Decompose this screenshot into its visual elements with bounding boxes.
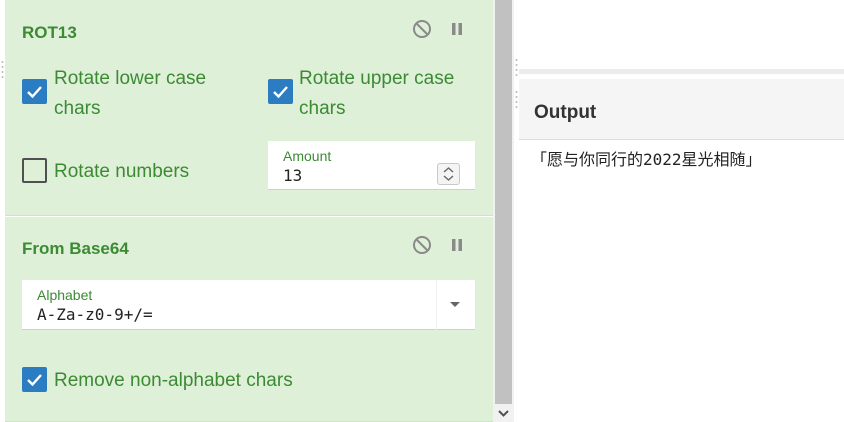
chevron-down-icon[interactable]: [449, 301, 461, 309]
resize-grip-icon[interactable]: [515, 58, 518, 80]
amount-stepper[interactable]: [437, 163, 460, 185]
cyberchef-window: ROT13 Rotate lower case chars Rotate upp…: [0, 0, 844, 422]
operation-title-from-base64: From Base64: [22, 239, 129, 258]
checkbox-checked-icon[interactable]: [22, 367, 47, 392]
checkbox-checked-icon[interactable]: [268, 79, 293, 104]
alphabet-value[interactable]: A-Za-z0-9+/=: [37, 305, 153, 324]
checkbox-checked-icon[interactable]: [22, 79, 47, 104]
rotate-lower-label-cont: chars: [54, 98, 101, 119]
operation-title-rot13: ROT13: [22, 23, 77, 42]
output-text[interactable]: 「愿与你同行的2022星光相随」: [531, 146, 762, 170]
resize-grip-icon[interactable]: [1, 60, 4, 80]
pause-icon[interactable]: [446, 18, 468, 40]
alphabet-label: Alphabet: [37, 287, 93, 303]
amount-label: Amount: [283, 148, 332, 164]
remove-non-alphabet-label: Remove non-alphabet chars: [54, 370, 293, 391]
rotate-numbers-label: Rotate numbers: [54, 161, 190, 182]
checkbox-unchecked-icon[interactable]: [22, 158, 47, 183]
disable-icon[interactable]: [411, 18, 433, 40]
rotate-upper-label: Rotate upper case: [299, 68, 455, 89]
amount-field[interactable]: Amount 13: [268, 141, 475, 190]
alphabet-dropdown[interactable]: Alphabet A-Za-z0-9+/=: [22, 280, 475, 330]
recipe-pane: ROT13 Rotate lower case chars Rotate upp…: [0, 0, 493, 422]
rotate-upper-label-cont: chars: [299, 98, 346, 119]
output-title: Output: [534, 102, 597, 123]
scroll-down-icon[interactable]: [497, 408, 510, 418]
resize-grip-icon[interactable]: [515, 90, 518, 112]
recipe-scrollbar[interactable]: [493, 0, 514, 422]
input-area[interactable]: [519, 0, 844, 74]
disable-icon[interactable]: [411, 234, 433, 256]
dropdown-divider: [436, 280, 437, 330]
scrollbar-thumb[interactable]: [495, 0, 512, 404]
output-header: Output: [519, 79, 844, 140]
output-pane: Output 「愿与你同行的2022星光相随」: [519, 0, 844, 422]
rotate-lower-label: Rotate lower case: [54, 68, 207, 89]
pause-icon[interactable]: [446, 234, 468, 256]
amount-input[interactable]: 13: [283, 166, 302, 185]
